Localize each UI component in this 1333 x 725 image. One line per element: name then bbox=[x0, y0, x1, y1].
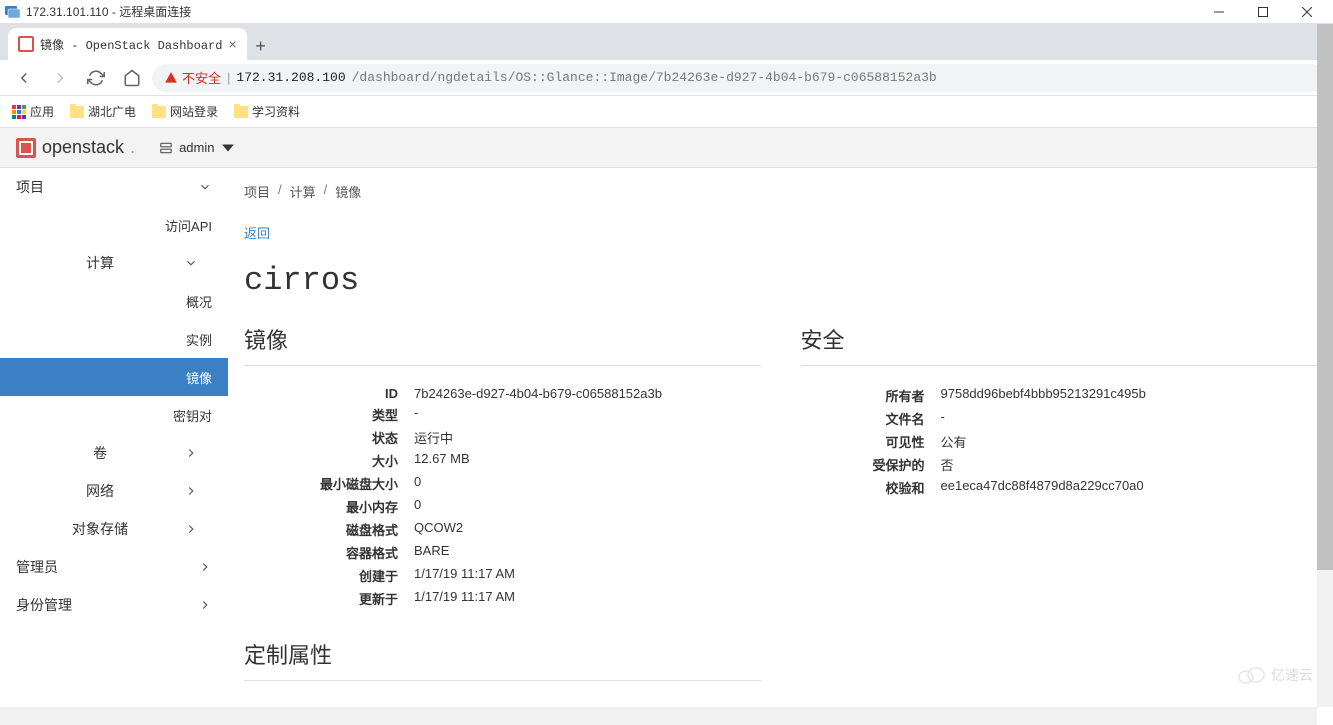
reload-button[interactable] bbox=[80, 62, 112, 94]
url-input[interactable]: 不安全 | 172.31.208.100/dashboard/ngdetails… bbox=[152, 64, 1325, 92]
section-title-security: 安全 bbox=[801, 323, 1318, 366]
browser-chrome: 镜像 - OpenStack Dashboard × + 不安全 | 172.3… bbox=[0, 24, 1333, 128]
folder-icon bbox=[234, 106, 248, 118]
project-selector[interactable]: admin bbox=[159, 140, 234, 155]
chevron-right-icon bbox=[184, 484, 198, 498]
breadcrumb-item[interactable]: 计算 bbox=[290, 182, 316, 201]
watermark: 亿速云 bbox=[1237, 665, 1313, 685]
sidebar-item-network[interactable]: 网络 bbox=[0, 472, 228, 510]
project-name: admin bbox=[179, 140, 214, 155]
openstack-logo[interactable]: openstack. bbox=[16, 137, 135, 158]
apps-button[interactable]: 应用 bbox=[12, 103, 54, 120]
chevron-down-icon bbox=[184, 256, 198, 270]
apps-icon bbox=[12, 105, 26, 119]
back-link[interactable]: 返回 bbox=[244, 215, 270, 250]
folder-icon bbox=[70, 106, 84, 118]
security-panel: 安全 所有者9758dd96bebf4bbb95213291c495b 文件名-… bbox=[801, 323, 1318, 701]
window-minimize-button[interactable] bbox=[1197, 0, 1241, 24]
chevron-down-icon bbox=[198, 180, 212, 194]
main-content: 项目 / 计算 / 镜像 返回 cirros 镜像 ID7b24263e-d92… bbox=[228, 168, 1333, 725]
bookmark-folder-1[interactable]: 湖北广电 bbox=[70, 103, 136, 120]
sidebar-item-project[interactable]: 项目 bbox=[0, 168, 228, 206]
server-icon bbox=[159, 141, 173, 155]
openstack-header: openstack. admin bbox=[0, 128, 1333, 168]
sidebar-item-overview[interactable]: 概况 bbox=[0, 282, 228, 320]
bookmark-folder-3[interactable]: 学习资料 bbox=[234, 103, 300, 120]
section-title-image: 镜像 bbox=[244, 323, 761, 366]
chevron-right-icon bbox=[198, 560, 212, 574]
bookmarks-bar: 应用 湖北广电 网站登录 学习资料 bbox=[0, 96, 1333, 128]
sidebar-item-admin[interactable]: 管理员 bbox=[0, 548, 228, 586]
breadcrumb-item[interactable]: 项目 bbox=[244, 182, 270, 201]
rdp-icon bbox=[4, 4, 20, 20]
window-maximize-button[interactable] bbox=[1241, 0, 1285, 24]
openstack-brand: openstack bbox=[42, 137, 124, 158]
sidebar-item-object-store[interactable]: 对象存储 bbox=[0, 510, 228, 548]
browser-tab[interactable]: 镜像 - OpenStack Dashboard × bbox=[8, 28, 247, 60]
sidebar-item-images[interactable]: 镜像 bbox=[0, 358, 228, 396]
sidebar: 项目 访问API 计算 概况 实例 镜像 密钥对 卷 网络 对象存储 管理员 身… bbox=[0, 168, 228, 725]
bookmark-folder-2[interactable]: 网站登录 bbox=[152, 103, 218, 120]
chevron-down-icon bbox=[221, 141, 235, 155]
apps-label: 应用 bbox=[30, 103, 54, 120]
horizontal-scrollbar[interactable] bbox=[0, 707, 1317, 725]
rdp-title: 172.31.101.110 - 远程桌面连接 bbox=[26, 3, 191, 20]
back-button[interactable] bbox=[8, 62, 40, 94]
new-tab-button[interactable]: + bbox=[247, 32, 275, 60]
forward-button[interactable] bbox=[44, 62, 76, 94]
not-secure-label: 不安全 bbox=[182, 68, 221, 87]
openstack-logo-icon bbox=[16, 138, 36, 158]
vertical-scrollbar[interactable] bbox=[1317, 24, 1333, 707]
sidebar-item-keypairs[interactable]: 密钥对 bbox=[0, 396, 228, 434]
sidebar-item-compute[interactable]: 计算 bbox=[0, 244, 228, 282]
sidebar-item-volumes[interactable]: 卷 bbox=[0, 434, 228, 472]
chevron-right-icon bbox=[184, 446, 198, 460]
rdp-titlebar: 172.31.101.110 - 远程桌面连接 bbox=[0, 0, 1333, 24]
breadcrumb: 项目 / 计算 / 镜像 bbox=[244, 168, 1317, 215]
page-title: cirros bbox=[244, 262, 1317, 299]
url-path: /dashboard/ngdetails/OS::Glance::Image/7… bbox=[352, 70, 937, 85]
tab-close-icon[interactable]: × bbox=[228, 36, 236, 52]
home-button[interactable] bbox=[116, 62, 148, 94]
chevron-right-icon bbox=[184, 522, 198, 536]
url-host: 172.31.208.100 bbox=[236, 70, 345, 85]
chevron-right-icon bbox=[198, 598, 212, 612]
tab-strip: 镜像 - OpenStack Dashboard × + bbox=[0, 24, 1333, 60]
tab-title: 镜像 - OpenStack Dashboard bbox=[40, 36, 222, 53]
folder-icon bbox=[152, 106, 166, 118]
not-secure-badge: 不安全 bbox=[164, 68, 221, 87]
sidebar-item-identity[interactable]: 身份管理 bbox=[0, 586, 228, 624]
openstack-favicon bbox=[18, 36, 34, 52]
address-bar: 不安全 | 172.31.208.100/dashboard/ngdetails… bbox=[0, 60, 1333, 96]
section-title-custom: 定制属性 bbox=[244, 638, 761, 681]
breadcrumb-item[interactable]: 镜像 bbox=[335, 182, 361, 201]
sidebar-item-instances[interactable]: 实例 bbox=[0, 320, 228, 358]
window-close-button[interactable] bbox=[1285, 0, 1329, 24]
image-panel: 镜像 ID7b24263e-d927-4b04-b679-c06588152a3… bbox=[244, 323, 761, 701]
sidebar-item-access-api[interactable]: 访问API bbox=[0, 206, 228, 244]
